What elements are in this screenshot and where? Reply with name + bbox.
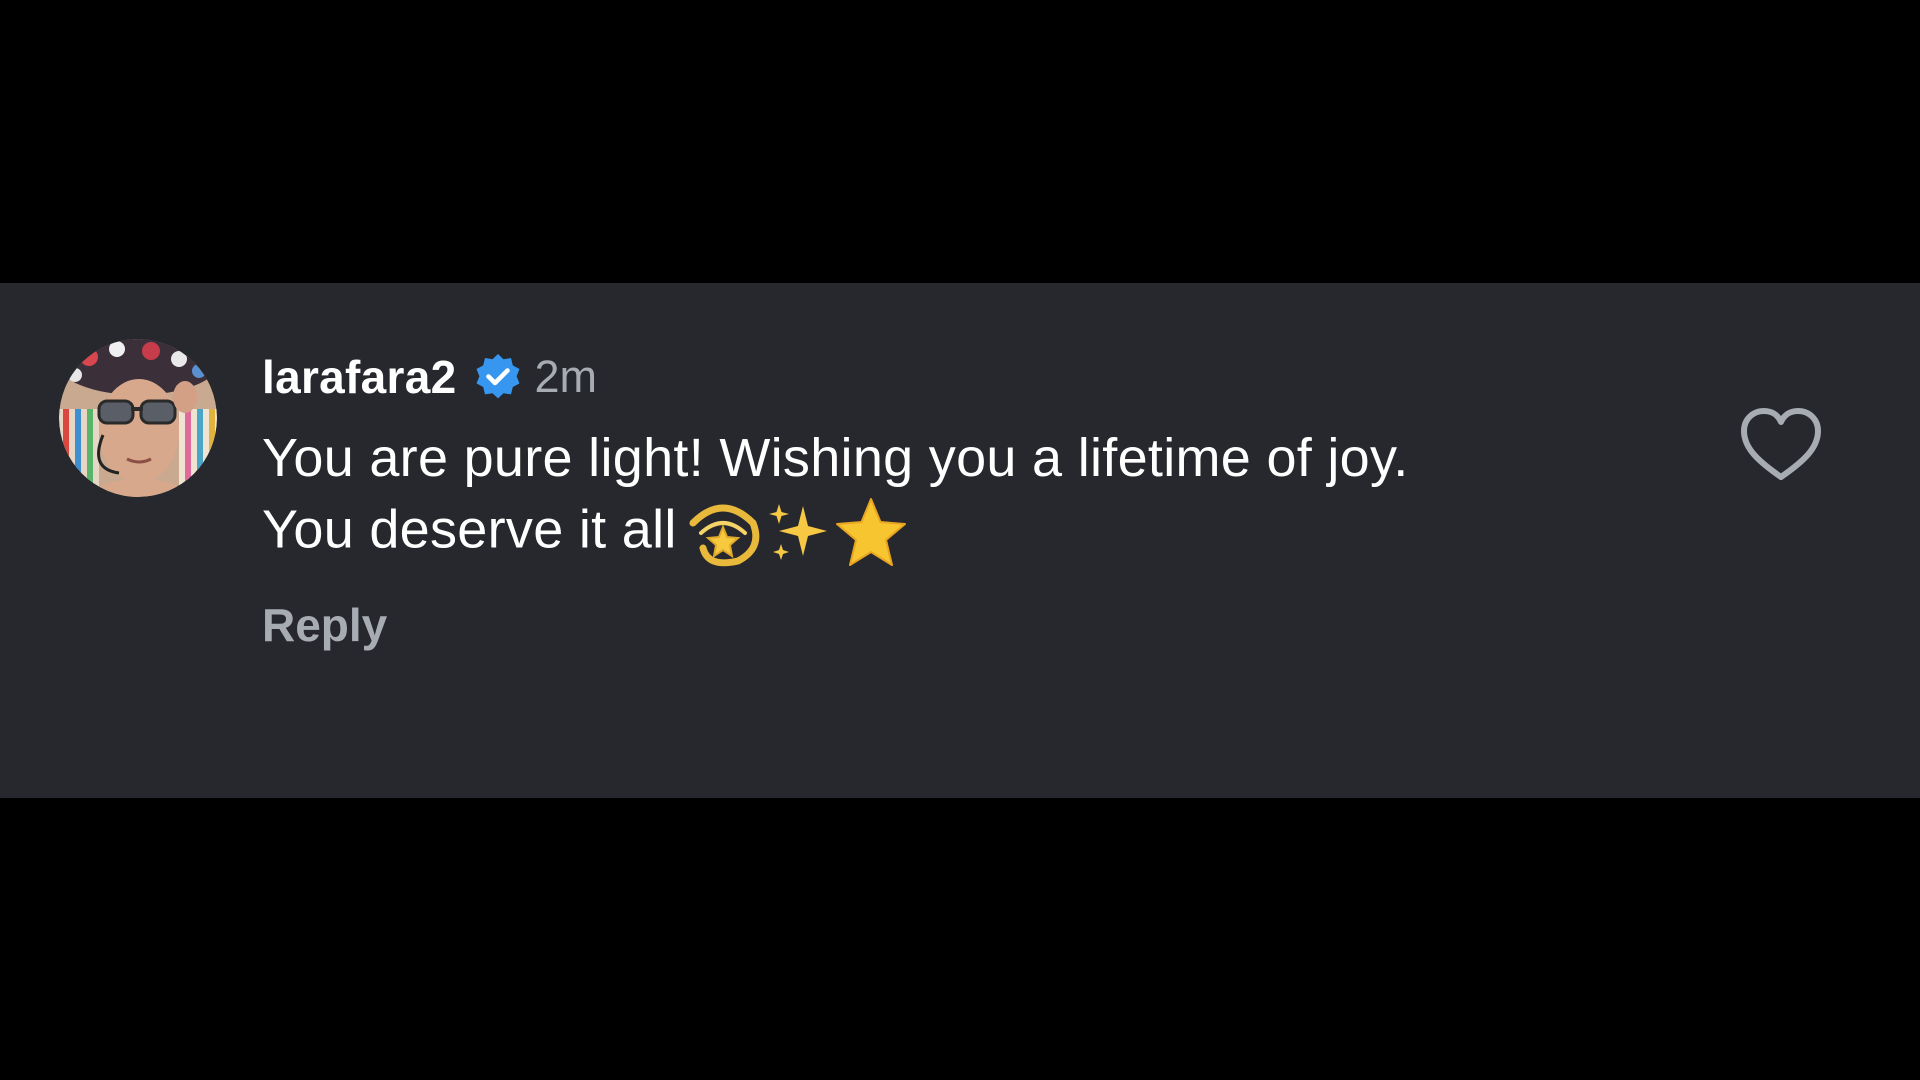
screen: larafara2 2m You are pure light! Wishing… xyxy=(0,0,1920,1080)
like-button[interactable] xyxy=(1738,405,1824,485)
sparkles-icon xyxy=(768,504,827,560)
star-icon xyxy=(835,498,906,566)
timestamp: 2m xyxy=(534,351,598,402)
comment-body: You are pure light! Wishing you a lifeti… xyxy=(262,423,1682,573)
dizzy-symbol-icon xyxy=(689,504,759,567)
comment-card: larafara2 2m You are pure light! Wishing… xyxy=(0,283,1920,798)
verified-badge-icon xyxy=(473,352,523,402)
avatar[interactable] xyxy=(59,339,217,497)
emoji-row xyxy=(683,493,909,573)
comment-text-line-2: You deserve it all xyxy=(262,499,677,560)
comment-text-line-1: You are pure light! Wishing you a lifeti… xyxy=(262,428,1409,488)
username[interactable]: larafara2 xyxy=(262,350,457,404)
comment-text-line-2-wrapper: You deserve it all xyxy=(262,493,1682,573)
heart-outline-icon xyxy=(1741,408,1821,480)
comment-header: larafara2 2m xyxy=(262,347,597,407)
avatar-photo xyxy=(59,339,217,497)
reply-button[interactable]: Reply xyxy=(262,598,387,652)
